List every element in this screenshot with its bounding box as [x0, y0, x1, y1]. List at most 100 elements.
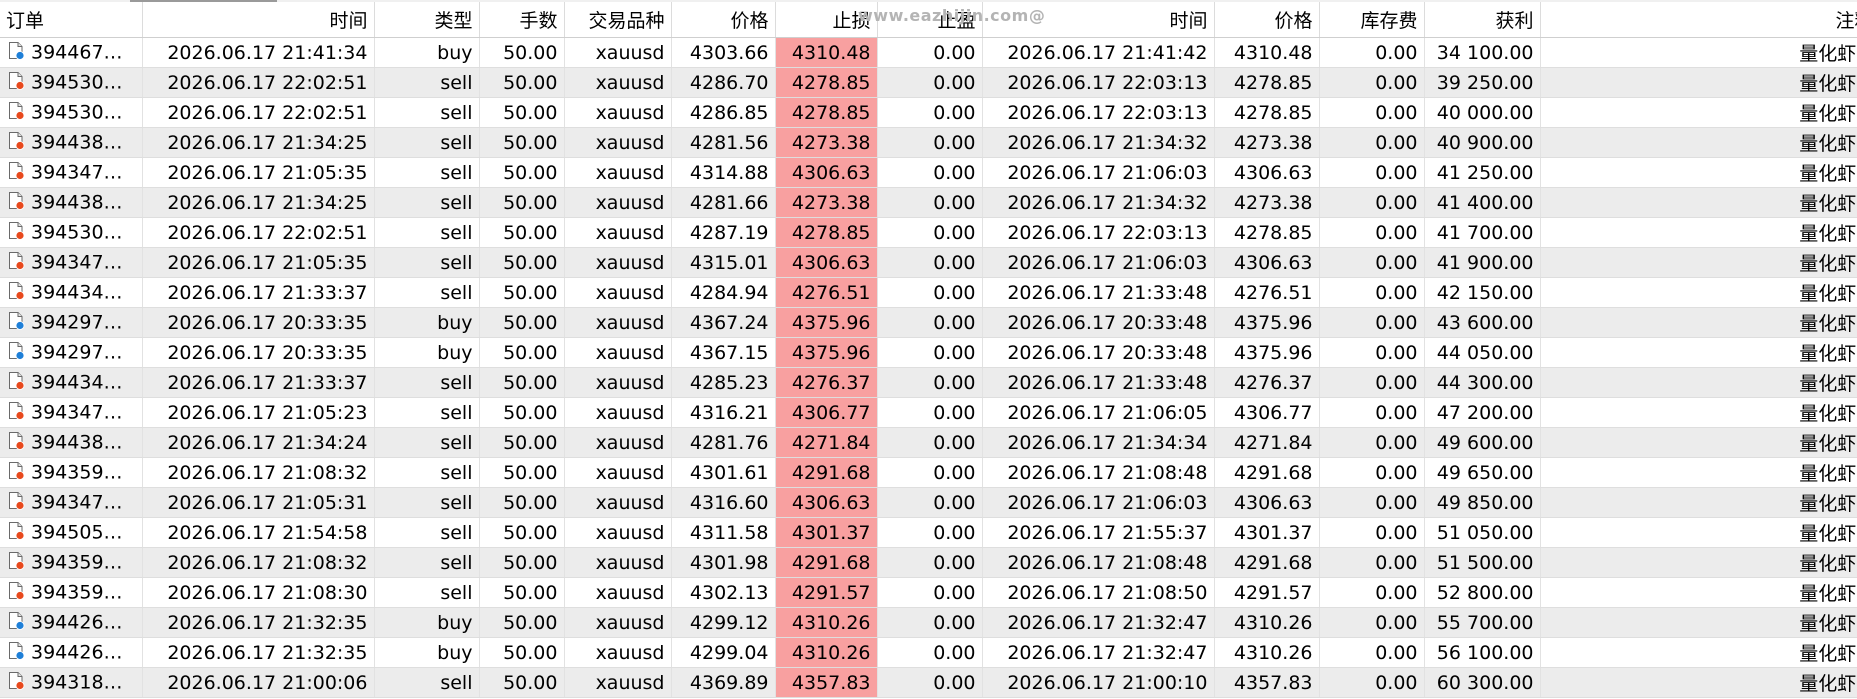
close-time-cell: 2026.06.17 21:41:42 [982, 37, 1215, 68]
table-row[interactable]: 394438… 2026.06.17 21:34:24 sell 50.00 xauus… [0, 427, 1857, 458]
table-row[interactable]: 394434… 2026.06.17 21:33:37 sell 50.00 xauus… [0, 277, 1857, 308]
order-cell[interactable]: 394438… [0, 427, 143, 458]
order-cell[interactable]: 394434… [0, 277, 143, 308]
table-row[interactable]: 394426… 2026.06.17 21:32:35 buy 50.00 xauusd… [0, 607, 1857, 638]
order-cell[interactable]: 394347… [0, 487, 143, 518]
order-id: 394438… [31, 431, 123, 453]
order-cell[interactable]: 394505… [0, 517, 143, 548]
stop-loss-cell: 4278.85 [775, 217, 878, 248]
stop-loss-cell: 4310.26 [775, 607, 878, 638]
volume-cell: 50.00 [479, 217, 565, 248]
table-row[interactable]: 394359… 2026.06.17 21:08:30 sell 50.00 xauus… [0, 577, 1857, 608]
order-cell[interactable]: 394530… [0, 67, 143, 98]
col-header-order[interactable]: 订单 [0, 2, 143, 38]
table-row[interactable]: 394347… 2026.06.17 21:05:35 sell 50.00 xauus… [0, 157, 1857, 188]
sell-order-document-icon [8, 71, 25, 95]
order-cell[interactable]: 394318… [0, 667, 143, 698]
table-row[interactable]: 394359… 2026.06.17 21:08:32 sell 50.00 xauus… [0, 457, 1857, 488]
col-header-take-profit[interactable]: 止盈 [877, 2, 983, 38]
table-row[interactable]: 394530… 2026.06.17 22:02:51 sell 50.00 xauus… [0, 217, 1857, 248]
order-cell[interactable]: 394530… [0, 217, 143, 248]
order-cell[interactable]: 394359… [0, 457, 143, 488]
table-row[interactable]: 394530… 2026.06.17 22:02:51 sell 50.00 xauus… [0, 67, 1857, 98]
col-header-type[interactable]: 类型 [374, 2, 480, 38]
type-cell: sell [374, 367, 480, 398]
order-cell[interactable]: 394467… [0, 37, 143, 68]
col-header-stop-loss[interactable]: 止损 [775, 2, 878, 38]
take-profit-cell: 0.00 [877, 217, 983, 248]
volume-cell: 50.00 [479, 277, 565, 308]
table-row[interactable]: 394347… 2026.06.17 21:05:23 sell 50.00 xauus… [0, 397, 1857, 428]
comment-cell: 量化虾[s [1540, 67, 1857, 98]
order-cell[interactable]: 394426… [0, 607, 143, 638]
open-price-cell: 4301.61 [671, 457, 776, 488]
table-row[interactable]: 394438… 2026.06.17 21:34:25 sell 50.00 xauus… [0, 187, 1857, 218]
type-cell: sell [374, 217, 480, 248]
order-cell[interactable]: 394347… [0, 247, 143, 278]
take-profit-cell: 0.00 [877, 337, 983, 368]
order-cell[interactable]: 394426… [0, 637, 143, 668]
order-cell[interactable]: 394359… [0, 547, 143, 578]
order-cell[interactable]: 394297… [0, 307, 143, 338]
order-cell[interactable]: 394359… [0, 577, 143, 608]
col-header-open-price[interactable]: 价格 [671, 2, 776, 38]
table-row[interactable]: 394359… 2026.06.17 21:08:32 sell 50.00 xauus… [0, 547, 1857, 578]
table-row[interactable]: 394347… 2026.06.17 21:05:35 sell 50.00 xauus… [0, 247, 1857, 278]
col-header-swap[interactable]: 库存费 [1319, 2, 1425, 38]
close-price-cell: 4375.96 [1214, 307, 1320, 338]
order-cell[interactable]: 394297… [0, 337, 143, 368]
col-header-symbol[interactable]: 交易品种 [564, 2, 672, 38]
take-profit-cell: 0.00 [877, 187, 983, 218]
table-row[interactable]: 394438… 2026.06.17 21:34:25 sell 50.00 xauus… [0, 127, 1857, 158]
swap-cell: 0.00 [1319, 637, 1425, 668]
col-header-profit[interactable]: 获利 ^ [1424, 2, 1541, 38]
table-row[interactable]: 394434… 2026.06.17 21:33:37 sell 50.00 xauus… [0, 367, 1857, 398]
symbol-cell: xauusd [564, 517, 672, 548]
col-header-open-time[interactable]: 时间 [142, 2, 375, 38]
table-row[interactable]: 394297… 2026.06.17 20:33:35 buy 50.00 xauusd… [0, 337, 1857, 368]
col-header-volume[interactable]: 手数 [479, 2, 565, 38]
col-header-profit-label: 获利 [1495, 10, 1534, 32]
stop-loss-cell: 4301.37 [775, 517, 878, 548]
col-header-close-time[interactable]: 时间 [982, 2, 1215, 38]
open-price-cell: 4315.01 [671, 247, 776, 278]
volume-cell: 50.00 [479, 667, 565, 698]
col-header-comment[interactable]: 注释 [1540, 2, 1857, 38]
open-time-cell: 2026.06.17 21:34:25 [142, 127, 375, 158]
order-cell[interactable]: 394530… [0, 97, 143, 128]
swap-cell: 0.00 [1319, 157, 1425, 188]
order-id: 394434… [31, 281, 123, 303]
table-row[interactable]: 394297… 2026.06.17 20:33:35 buy 50.00 xauusd… [0, 307, 1857, 338]
order-id: 394530… [31, 221, 123, 243]
type-cell: sell [374, 667, 480, 698]
order-id: 394347… [31, 401, 123, 423]
close-price-cell: 4310.26 [1214, 637, 1320, 668]
profit-cell: 51 050.00 [1424, 517, 1541, 548]
open-price-cell: 4281.66 [671, 187, 776, 218]
symbol-cell: xauusd [564, 457, 672, 488]
profit-cell: 47 200.00 [1424, 397, 1541, 428]
sell-order-document-icon [8, 161, 25, 185]
comment-cell: 量化虾[s [1540, 517, 1857, 548]
order-cell[interactable]: 394347… [0, 157, 143, 188]
order-cell[interactable]: 394438… [0, 127, 143, 158]
buy-order-document-icon [8, 341, 25, 365]
close-price-cell: 4273.38 [1214, 127, 1320, 158]
order-cell[interactable]: 394434… [0, 367, 143, 398]
trade-history-table: 订单 时间 类型 手数 交易品种 价格 止损 止盈 时间 价格 库存费 获利 ^ … [0, 2, 1857, 698]
table-row[interactable]: 394505… 2026.06.17 21:54:58 sell 50.00 xauus… [0, 517, 1857, 548]
order-cell[interactable]: 394347… [0, 397, 143, 428]
order-id: 394467… [31, 41, 123, 63]
table-row[interactable]: 394530… 2026.06.17 22:02:51 sell 50.00 xauus… [0, 97, 1857, 128]
close-time-cell: 2026.06.17 21:00:10 [982, 667, 1215, 698]
table-row[interactable]: 394318… 2026.06.17 21:00:06 sell 50.00 xauus… [0, 667, 1857, 698]
order-cell[interactable]: 394438… [0, 187, 143, 218]
table-row[interactable]: 394426… 2026.06.17 21:32:35 buy 50.00 xauusd… [0, 637, 1857, 668]
symbol-cell: xauusd [564, 187, 672, 218]
stop-loss-cell: 4306.63 [775, 157, 878, 188]
table-row[interactable]: 394467… 2026.06.17 21:41:34 buy 50.00 xauusd… [0, 37, 1857, 68]
close-time-cell: 2026.06.17 21:06:03 [982, 487, 1215, 518]
col-header-close-price[interactable]: 价格 [1214, 2, 1320, 38]
comment-cell: 量化虾[s [1540, 547, 1857, 578]
table-row[interactable]: 394347… 2026.06.17 21:05:31 sell 50.00 xauus… [0, 487, 1857, 518]
